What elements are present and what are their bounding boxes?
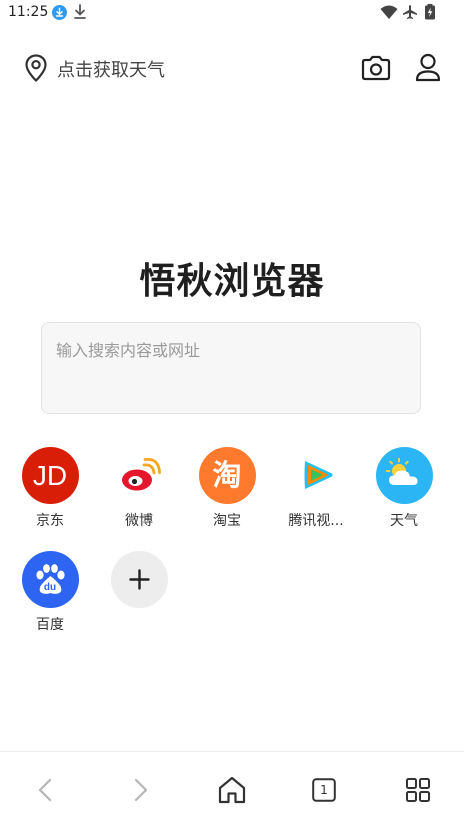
- plus-icon: [110, 551, 168, 608]
- shortcut-label: 腾讯视...: [288, 513, 344, 529]
- wifi-icon: [380, 5, 398, 19]
- shortcut-label: 百度: [36, 617, 64, 633]
- bottom-divider: [0, 751, 464, 752]
- shortcut-weather[interactable]: 天气: [364, 447, 444, 530]
- jd-logo-text: JD: [32, 460, 68, 491]
- tabs-icon: 1: [312, 778, 336, 802]
- user-profile-icon[interactable]: [413, 52, 443, 84]
- weather-icon: [375, 447, 433, 504]
- shortcut-taobao[interactable]: 淘 淘宝: [187, 447, 267, 530]
- chevron-right-icon: [134, 778, 148, 802]
- baidu-icon: du: [21, 551, 79, 608]
- weibo-icon: [110, 447, 168, 504]
- status-time: 11:25: [8, 4, 49, 20]
- top-bar: 点击获取天气: [0, 46, 464, 90]
- location-pin-icon[interactable]: [22, 53, 50, 83]
- tencent-video-icon: [287, 447, 345, 504]
- home-button[interactable]: [214, 772, 250, 808]
- shortcut-jd[interactable]: JD 京东: [10, 447, 90, 530]
- shortcut-weibo[interactable]: 微博: [99, 447, 179, 530]
- browser-brand-title: 悟秋浏览器: [139, 261, 325, 302]
- home-icon: [218, 776, 246, 804]
- forward-button[interactable]: [122, 772, 158, 808]
- shortcut-label: 微博: [125, 513, 153, 529]
- airplane-mode-icon: [403, 5, 417, 19]
- shortcut-label: 天气: [390, 513, 418, 529]
- shortcut-tencent-video[interactable]: 腾讯视...: [276, 447, 356, 530]
- jd-icon: JD: [21, 447, 79, 504]
- menu-button[interactable]: [400, 772, 436, 808]
- shortcut-label: 淘宝: [213, 513, 241, 529]
- shortcut-baidu[interactable]: du 百度: [10, 551, 90, 634]
- add-shortcut-button[interactable]: [99, 551, 179, 608]
- back-button[interactable]: [28, 772, 64, 808]
- camera-icon[interactable]: [360, 54, 392, 82]
- taobao-icon: 淘: [198, 447, 256, 504]
- baidu-logo-text: du: [43, 582, 57, 593]
- search-input[interactable]: [56, 335, 406, 365]
- tabs-button[interactable]: 1: [306, 772, 342, 808]
- grid-menu-icon: [406, 778, 430, 802]
- download-notification-icon: [52, 5, 67, 20]
- download-icon: [74, 4, 86, 19]
- status-bar: 11:25: [0, 0, 464, 26]
- taobao-logo-text: 淘: [212, 458, 242, 492]
- chevron-left-icon: [38, 778, 52, 802]
- shortcut-label: 京东: [36, 513, 64, 529]
- battery-icon: [425, 4, 435, 20]
- get-weather-link[interactable]: 点击获取天气: [57, 56, 165, 82]
- search-box[interactable]: [41, 322, 421, 414]
- tab-count: 1: [320, 783, 328, 797]
